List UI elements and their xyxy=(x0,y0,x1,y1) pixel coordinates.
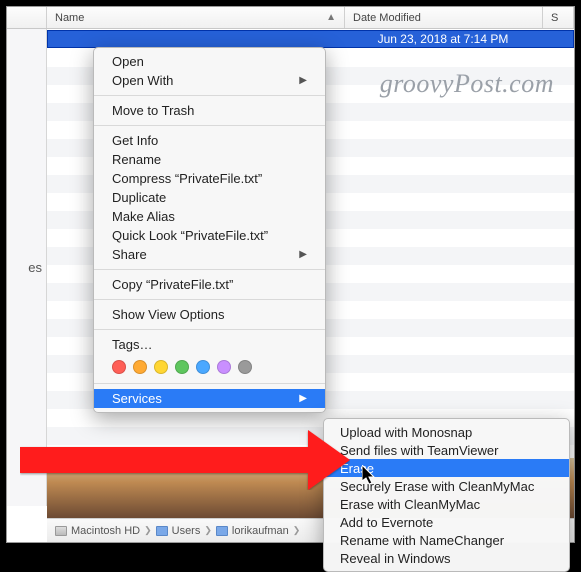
chevron-right-icon: ❯ xyxy=(293,525,301,536)
submenu-item[interactable]: Securely Erase with CleanMyMac xyxy=(324,477,569,495)
column-header-name[interactable]: Name ▲ xyxy=(47,7,345,28)
submenu-item[interactable]: Erase with CleanMyMac xyxy=(324,495,569,513)
submenu-item[interactable]: Erase xyxy=(324,459,569,477)
tag-dot-purple[interactable] xyxy=(217,360,231,374)
menu-tags-row xyxy=(94,354,325,378)
chevron-right-icon: ❯ xyxy=(144,525,152,536)
menu-separator xyxy=(94,269,325,270)
tag-dot-gray[interactable] xyxy=(238,360,252,374)
menu-share[interactable]: Share▶ xyxy=(94,245,325,264)
sort-ascending-icon: ▲ xyxy=(326,12,336,23)
column-header-s-label: S xyxy=(551,12,558,24)
harddrive-icon xyxy=(55,526,67,536)
menu-make-alias[interactable]: Make Alias xyxy=(94,207,325,226)
menu-quick-look[interactable]: Quick Look “PrivateFile.txt” xyxy=(94,226,325,245)
menu-separator xyxy=(94,329,325,330)
chevron-right-icon: ▶ xyxy=(299,249,307,260)
menu-separator xyxy=(94,383,325,384)
menu-get-info[interactable]: Get Info xyxy=(94,131,325,150)
submenu-item[interactable]: Add to Evernote xyxy=(324,513,569,531)
menu-open-with[interactable]: Open With▶ xyxy=(94,71,325,90)
path-segment-users[interactable]: Users xyxy=(172,525,201,537)
column-header-s[interactable]: S xyxy=(543,7,574,28)
finder-window: Name ▲ Date Modified S es Jun 23, 2018 a… xyxy=(6,6,575,543)
path-segment-user[interactable]: lorikaufman xyxy=(232,525,289,537)
file-row-selected[interactable]: Jun 23, 2018 at 7:14 PM xyxy=(47,30,574,48)
tag-dot-green[interactable] xyxy=(175,360,189,374)
menu-services[interactable]: Services▶ xyxy=(94,389,325,408)
chevron-right-icon: ▶ xyxy=(299,393,307,404)
folder-icon xyxy=(216,526,228,536)
menu-view-options[interactable]: Show View Options xyxy=(94,305,325,324)
menu-separator xyxy=(94,95,325,96)
menu-separator xyxy=(94,125,325,126)
menu-move-to-trash[interactable]: Move to Trash xyxy=(94,101,325,120)
menu-duplicate[interactable]: Duplicate xyxy=(94,188,325,207)
context-menu[interactable]: Open Open With▶ Move to Trash Get Info R… xyxy=(93,47,326,413)
path-segment-root[interactable]: Macintosh HD xyxy=(71,525,140,537)
tag-dot-yellow[interactable] xyxy=(154,360,168,374)
column-header-date-label: Date Modified xyxy=(353,12,421,24)
file-date-cell: Jun 23, 2018 at 7:14 PM xyxy=(343,32,543,46)
menu-tags[interactable]: Tags… xyxy=(94,335,325,354)
menu-compress[interactable]: Compress “PrivateFile.txt” xyxy=(94,169,325,188)
submenu-item[interactable]: Send files with TeamViewer xyxy=(324,441,569,459)
sidebar-glimpse: es xyxy=(7,29,47,506)
submenu-item[interactable]: Upload with Monosnap xyxy=(324,423,569,441)
menu-separator xyxy=(94,299,325,300)
column-header-date[interactable]: Date Modified xyxy=(345,7,543,28)
menu-open[interactable]: Open xyxy=(94,52,325,71)
submenu-item[interactable]: Rename with NameChanger xyxy=(324,531,569,549)
column-header-row: Name ▲ Date Modified S xyxy=(7,7,574,29)
tag-dot-orange[interactable] xyxy=(133,360,147,374)
submenu-item[interactable]: Reveal in Windows xyxy=(324,549,569,567)
tag-dot-blue[interactable] xyxy=(196,360,210,374)
folder-icon xyxy=(156,526,168,536)
menu-rename[interactable]: Rename xyxy=(94,150,325,169)
column-header-name-label: Name xyxy=(55,12,84,24)
chevron-right-icon: ❯ xyxy=(204,525,212,536)
chevron-right-icon: ▶ xyxy=(299,75,307,86)
tag-dot-red[interactable] xyxy=(112,360,126,374)
menu-copy[interactable]: Copy “PrivateFile.txt” xyxy=(94,275,325,294)
